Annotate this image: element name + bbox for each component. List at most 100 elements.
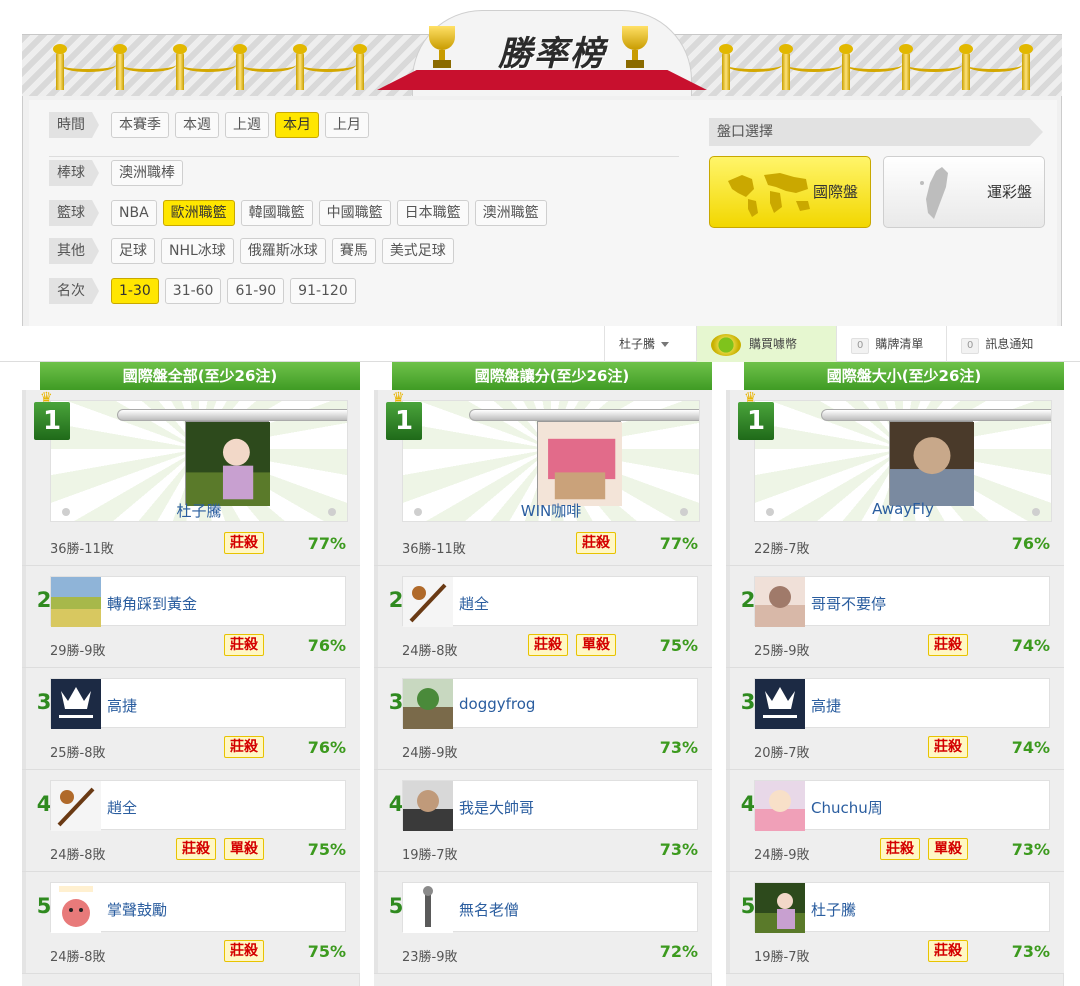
filter-option[interactable]: NHL冰球 xyxy=(161,238,234,264)
rope xyxy=(180,58,236,72)
rope xyxy=(726,58,782,72)
rope-post xyxy=(353,44,367,90)
win-rate: 73% xyxy=(659,840,698,859)
player-avatar[interactable] xyxy=(403,679,453,729)
player-name[interactable]: 轉角踩到黃金 xyxy=(107,593,197,614)
filter-option[interactable]: 澳洲職棒 xyxy=(111,160,183,186)
player-avatar[interactable] xyxy=(403,781,453,831)
filter-panel-inner: 盤口選擇 國際盤 運彩盤 時間 本賽季 本週 上週 本月 上月 棒球 澳洲職棒籃球 NBA 歐洲職… xyxy=(29,100,1057,326)
player-name[interactable]: 我是大帥哥 xyxy=(459,797,534,818)
status-bar: 杜子騰 購買噱幣 0 購牌清單 0 訊息通知 xyxy=(0,326,1080,362)
filter-option[interactable]: 中國職籃 xyxy=(318,200,391,226)
filter-option[interactable]: 上月 xyxy=(325,112,369,138)
player-name[interactable]: 哥哥不要停 xyxy=(811,593,886,614)
kill-badge: 莊殺 xyxy=(224,634,264,656)
purchase-list-link[interactable]: 0 購牌清單 xyxy=(836,326,946,362)
filter-option[interactable]: 賽馬 xyxy=(331,238,376,264)
player-card: 杜子騰 xyxy=(754,882,1050,933)
player-name[interactable]: 掌聲鼓勵 xyxy=(107,899,167,920)
top-avatar[interactable] xyxy=(185,421,270,506)
avatar xyxy=(186,422,270,506)
player-avatar[interactable] xyxy=(403,577,453,627)
player-name[interactable]: 杜子騰 xyxy=(50,500,348,521)
rank-slot: 4 Chuchu周 24勝-9敗 單殺 莊殺 73% xyxy=(726,770,1064,872)
player-name[interactable]: AwayFly xyxy=(754,500,1052,518)
filter-option[interactable]: 本賽季 xyxy=(111,112,169,138)
filter-option[interactable]: 美式足球 xyxy=(381,238,454,264)
filter-option[interactable]: 足球 xyxy=(111,238,155,264)
rope xyxy=(786,58,842,72)
filter-option[interactable]: 歐洲職籃 xyxy=(162,200,235,226)
rope xyxy=(120,58,176,72)
player-name[interactable]: 高捷 xyxy=(811,695,841,716)
player-name[interactable]: WIN咖啡 xyxy=(402,500,700,521)
rope-post xyxy=(959,44,973,90)
win-loss-record: 24勝-8敗 xyxy=(50,848,106,863)
player-avatar[interactable] xyxy=(51,883,101,933)
player-name[interactable]: 杜子騰 xyxy=(811,899,856,920)
name-plate xyxy=(469,409,699,421)
player-avatar[interactable] xyxy=(755,679,805,729)
player-name[interactable]: 高捷 xyxy=(107,695,137,716)
name-plate xyxy=(117,409,347,421)
filter-label: 棒球 xyxy=(49,160,99,186)
buy-coins-button[interactable]: 購買噱幣 xyxy=(696,326,836,362)
ranking-column: 國際盤讓分(至少26注) 1 ♛ WIN咖啡 36勝-11敗 莊殺 77% 2 趙全 24勝-8敗… xyxy=(374,362,712,986)
filter-option[interactable]: 澳洲職籃 xyxy=(474,200,547,226)
player-avatar[interactable] xyxy=(755,883,805,933)
player-avatar[interactable] xyxy=(51,781,101,831)
market-select-label: 盤口選擇 xyxy=(709,118,1043,146)
filter-option[interactable]: 上週 xyxy=(225,112,269,138)
filter-option[interactable]: NBA xyxy=(111,200,157,226)
avatar xyxy=(403,577,453,627)
filter-row: 名次 1-30 31-60 61-90 91-120 xyxy=(49,278,356,304)
player-name[interactable]: doggyfrog xyxy=(459,695,535,713)
player-avatar[interactable] xyxy=(51,679,101,729)
kill-badge: 單殺 xyxy=(576,634,616,656)
player-avatar[interactable] xyxy=(755,781,805,831)
filter-option[interactable]: 61-90 xyxy=(227,278,285,304)
win-loss-record: 25勝-8敗 xyxy=(50,746,106,761)
win-rate: 72% xyxy=(659,942,698,961)
player-card: 高捷 xyxy=(50,678,346,729)
filter-row: 棒球 澳洲職棒 xyxy=(49,160,183,186)
messages-link[interactable]: 0 訊息通知 xyxy=(946,326,1080,362)
filter-option[interactable]: 韓國職籃 xyxy=(240,200,313,226)
win-loss-record: 23勝-9敗 xyxy=(402,950,458,965)
rope-post xyxy=(719,44,733,90)
win-rate: 73% xyxy=(659,738,698,757)
player-avatar[interactable] xyxy=(403,883,453,933)
player-avatar[interactable] xyxy=(755,577,805,627)
top-avatar[interactable] xyxy=(537,421,622,506)
filter-row: 籃球 NBA 歐洲職籃 韓國職籃 中國職籃 日本職籃 澳洲職籃 xyxy=(49,200,547,226)
filter-option[interactable]: 1-30 xyxy=(111,278,159,304)
filter-option[interactable]: 91-120 xyxy=(290,278,356,304)
crown-icon: ♛ xyxy=(40,390,53,406)
ranking-column: 國際盤全部(至少26注) 1 ♛ 杜子騰 36勝-11敗 莊殺 77% 2 轉角踩到黃金 29勝-… xyxy=(22,362,360,986)
filter-option[interactable]: 本週 xyxy=(175,112,219,138)
rank-badge: 1 xyxy=(738,402,774,440)
avatar xyxy=(51,883,101,933)
player-card: Chuchu周 xyxy=(754,780,1050,831)
filter-option[interactable]: 31-60 xyxy=(164,278,222,304)
player-card: 轉角踩到黃金 xyxy=(50,576,346,627)
filter-option[interactable]: 俄羅斯冰球 xyxy=(239,238,326,264)
win-rate: 73% xyxy=(1011,840,1050,859)
user-menu[interactable]: 杜子騰 xyxy=(604,326,696,362)
player-name[interactable]: 無名老僧 xyxy=(459,899,519,920)
player-avatar[interactable] xyxy=(51,577,101,627)
avatar xyxy=(755,577,805,627)
buy-coins-label: 購買噱幣 xyxy=(749,337,798,351)
kill-badge: 莊殺 xyxy=(224,940,264,962)
win-loss-record: 22勝-7敗 xyxy=(754,542,810,557)
filter-option[interactable]: 日本職籃 xyxy=(396,200,469,226)
rank-slot: 5 杜子騰 19勝-7敗 莊殺 73% xyxy=(726,872,1064,974)
market-tw-button[interactable]: 運彩盤 xyxy=(883,156,1045,228)
player-name[interactable]: 趙全 xyxy=(107,797,137,818)
player-name[interactable]: 趙全 xyxy=(459,593,489,614)
top-avatar[interactable] xyxy=(889,421,974,506)
filter-row: 時間 本賽季 本週 上週 本月 上月 xyxy=(49,112,369,138)
player-name[interactable]: Chuchu周 xyxy=(811,797,883,818)
filter-option[interactable]: 本月 xyxy=(275,112,319,138)
market-intl-button[interactable]: 國際盤 xyxy=(709,156,871,228)
